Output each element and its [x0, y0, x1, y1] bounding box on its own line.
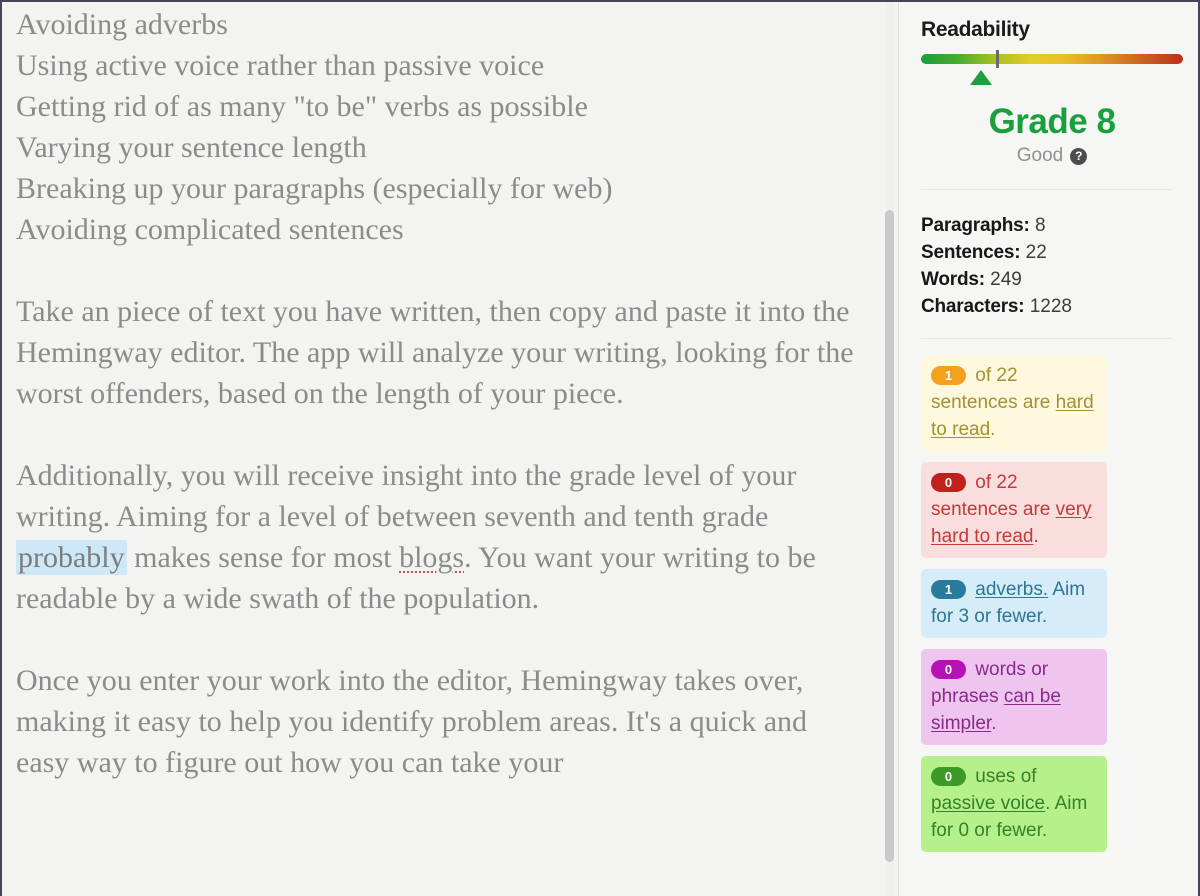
editor-line-to-be-verbs: Getting rid of as many "to be" verbs as … [16, 90, 588, 123]
card-adverbs-count: 1 [931, 580, 966, 599]
card-simpler-words-count: 0 [931, 660, 966, 679]
editor-line-active-voice: Using active voice rather than passive v… [16, 49, 545, 82]
stat-words: Words: 249 [921, 266, 1182, 293]
editor-paragraph-once-you-enter: Once you enter your work into the editor… [16, 664, 808, 779]
card-simpler-words[interactable]: 0 words or phrases can be simpler. [921, 649, 1107, 745]
stat-paragraphs-value: 8 [1034, 215, 1046, 236]
readability-tick-marker [996, 50, 999, 68]
stat-paragraphs: Paragraphs: 8 [921, 212, 1182, 239]
editor-line-break-paragraphs: Breaking up your paragraphs (especially … [16, 172, 613, 205]
document-stats: Paragraphs: 8 Sentences: 22 Words: 249 C… [921, 212, 1182, 320]
editor-paragraph-take-a-piece: Take an piece of text you have written, … [16, 295, 854, 410]
stat-sentences: Sentences: 22 [921, 239, 1182, 266]
sidebar-divider-top [921, 189, 1172, 190]
grade-sub-row: Good ? [921, 145, 1183, 167]
editor-line-avoiding-adverbs: Avoiding adverbs [16, 8, 228, 41]
card-adverbs-link[interactable]: adverbs. [975, 579, 1048, 600]
card-simpler-words-tail: . [991, 713, 997, 734]
grade-value: Grade 8 [988, 102, 1116, 141]
sidebar-divider-bottom [921, 338, 1172, 339]
readability-sidebar: Readability Grade 8 Good ? Paragraphs: 8… [899, 2, 1198, 896]
card-passive-voice[interactable]: 0 uses of passive voice. Aim for 0 or fe… [921, 756, 1107, 852]
card-hard-to-read-count: 1 [931, 366, 966, 385]
stat-sentences-value: 22 [1025, 242, 1047, 263]
readability-pointer-triangle-icon [970, 70, 992, 85]
readability-gradient-bar [921, 54, 1183, 64]
stat-paragraphs-label: Paragraphs: [921, 215, 1030, 236]
stat-characters: Characters: 1228 [921, 293, 1182, 320]
stat-characters-value: 1228 [1029, 296, 1072, 317]
card-very-hard-to-read-body: sentences are [931, 499, 1056, 520]
stat-words-value: 249 [990, 269, 1022, 290]
editor-text-area[interactable]: Avoiding adverbs Using active voice rath… [2, 2, 882, 783]
card-passive-voice-count: 0 [931, 767, 966, 786]
card-passive-voice-link[interactable]: passive voice [931, 793, 1045, 814]
stat-characters-label: Characters: [921, 296, 1025, 317]
editor-scrollbar-thumb[interactable] [885, 210, 894, 862]
card-hard-to-read-body: sentences are [931, 392, 1056, 413]
editor-line-complicated-sentences: Avoiding complicated sentences [16, 213, 404, 246]
highlight-cards: 1 of 22 sentences are hard to read. 0 of… [921, 355, 1182, 852]
card-very-hard-to-read-count: 0 [931, 473, 966, 492]
grade-para-before-text: Additionally, you will receive insight i… [16, 459, 797, 533]
adverb-highlight-probably[interactable]: probably [16, 540, 127, 575]
editor-pane[interactable]: Avoiding adverbs Using active voice rath… [2, 2, 898, 896]
card-very-hard-to-read[interactable]: 0 of 22 sentences are very hard to read. [921, 462, 1107, 558]
card-passive-voice-body: uses of [970, 766, 1037, 787]
card-very-hard-to-read-lead: of 22 [970, 472, 1018, 493]
readability-gauge [921, 50, 1183, 100]
card-very-hard-to-read-tail: . [1033, 526, 1039, 547]
card-hard-to-read-lead: of 22 [970, 365, 1018, 386]
spellcheck-highlight-blogs[interactable]: blogs [399, 541, 464, 574]
help-icon[interactable]: ? [1070, 147, 1088, 165]
card-adverbs[interactable]: 1 adverbs. Aim for 3 or fewer. [921, 569, 1107, 638]
editor-line-sentence-length: Varying your sentence length [16, 131, 367, 164]
stat-words-label: Words: [921, 269, 985, 290]
card-hard-to-read[interactable]: 1 of 22 sentences are hard to read. [921, 355, 1107, 451]
grade-block: Grade 8 Good ? [921, 102, 1183, 167]
editor-paragraph-grade-level: Additionally, you will receive insight i… [16, 455, 860, 619]
grade-para-middle-text: makes sense for most [126, 541, 400, 574]
hemingway-editor-window: Avoiding adverbs Using active voice rath… [0, 0, 1200, 896]
sidebar-title: Readability [921, 18, 1030, 41]
grade-quality-label: Good [1016, 145, 1064, 166]
stat-sentences-label: Sentences: [921, 242, 1021, 263]
card-hard-to-read-tail: . [990, 419, 996, 440]
